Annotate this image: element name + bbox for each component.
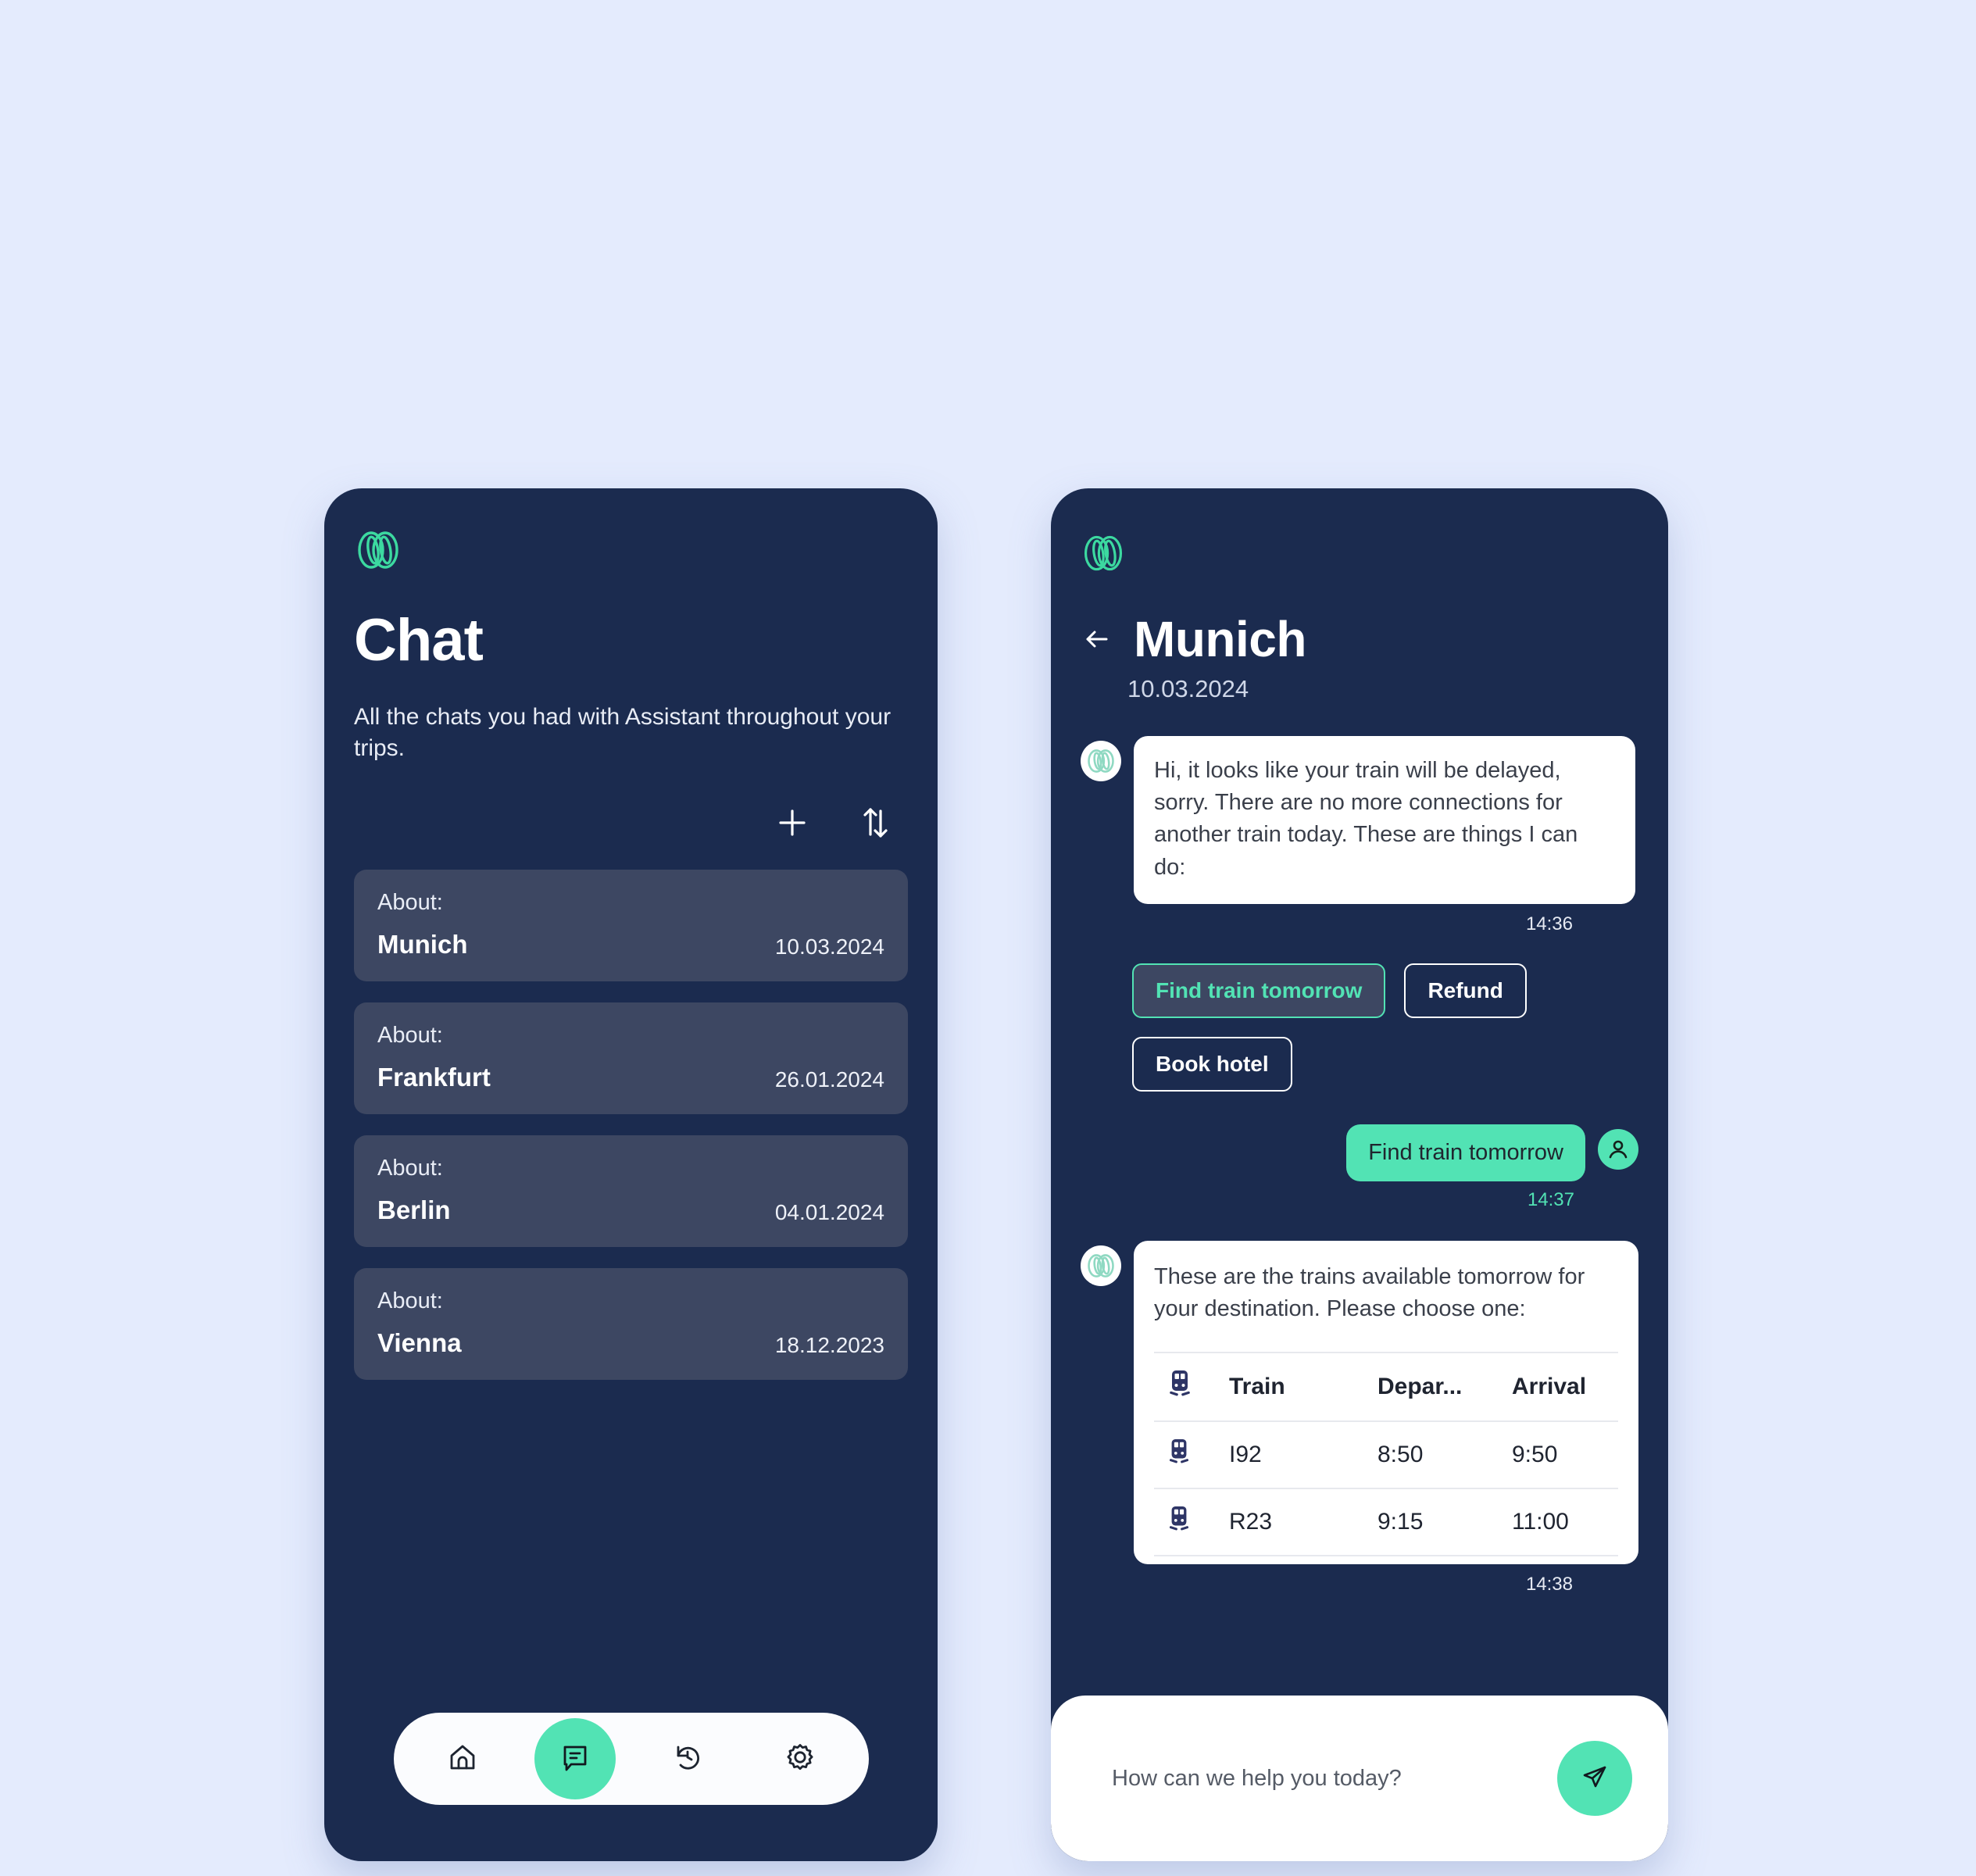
- row-train-icon-cell: [1154, 1488, 1229, 1557]
- train-options-card: These are the trains available tomorrow …: [1134, 1240, 1638, 1565]
- row-train-departure: 8:50: [1377, 1420, 1512, 1489]
- chat-item-about-label: About:: [377, 1023, 443, 1049]
- home-icon: [444, 1738, 481, 1780]
- chat-item-date: 26.01.2024: [774, 1067, 884, 1092]
- chat-list-item-munich[interactable]: About: Munich 10.03.2024: [354, 870, 908, 982]
- assistant-message-timestamp: 14:36: [1525, 913, 1573, 934]
- conversation-screen: Munich 10.03.2024 Hi, it looks like your…: [1051, 488, 1668, 1861]
- chat-item-about-label: About:: [377, 1156, 443, 1181]
- chat-list-content: Chat All the chats you had with Assistan…: [324, 488, 938, 1381]
- conversation-content: Munich 10.03.2024 Hi, it looks like your…: [1051, 488, 1668, 1861]
- assistant-message-row: Hi, it looks like your train will be del…: [1081, 736, 1638, 904]
- chat-item-date: 10.03.2024: [774, 934, 884, 959]
- row-train-arrival: 11:00: [1512, 1488, 1618, 1557]
- assistant-logo-icon: [354, 526, 908, 578]
- assistant-message-text: Hi, it looks like your train will be del…: [1154, 758, 1578, 880]
- chat-item-about-label: About:: [377, 1288, 443, 1314]
- user-timestamp-wrap: 14:37: [1081, 1181, 1638, 1211]
- conversation-title: Munich: [1134, 611, 1306, 667]
- bottom-navigation-bar: [393, 1713, 869, 1805]
- nav-home-button[interactable]: [422, 1718, 503, 1799]
- chat-list: About: Munich 10.03.2024 About: Frankfur…: [354, 870, 908, 1381]
- user-message-row: Find train tomorrow: [1081, 1124, 1638, 1181]
- message-input[interactable]: How can we help you today?: [1112, 1766, 1557, 1792]
- quick-reply-find-train-tomorrow[interactable]: Find train tomorrow: [1132, 963, 1386, 1018]
- row-train-name: I92: [1229, 1420, 1377, 1489]
- train-header-departure: Depar...: [1377, 1352, 1512, 1422]
- train-header-icon: [1154, 1352, 1229, 1422]
- page-subtitle: All the chats you had with Assistant thr…: [354, 704, 892, 761]
- assistant-table-timestamp: 14:38: [1525, 1574, 1573, 1595]
- train-header-train: Train: [1229, 1352, 1377, 1422]
- train-icon: [1167, 1370, 1193, 1404]
- table-header-row: Train Depar... Arrival: [1154, 1352, 1618, 1422]
- quick-reply-book-hotel[interactable]: Book hotel: [1132, 1036, 1292, 1092]
- user-message-bubble: Find train tomorrow: [1346, 1124, 1585, 1181]
- train-icon: [1167, 1439, 1192, 1471]
- assistant-table-intro-text: These are the trains available tomorrow …: [1154, 1263, 1585, 1321]
- chat-list-item-berlin[interactable]: About: Berlin 04.01.2024: [354, 1135, 908, 1248]
- assistant-avatar: [1081, 741, 1121, 781]
- table-row[interactable]: I92 8:50 9:50: [1154, 1420, 1618, 1489]
- assistant-logo-icon: [1081, 531, 1638, 580]
- message-thread: Hi, it looks like your train will be del…: [1081, 736, 1638, 1595]
- chat-list-screen: Chat All the chats you had with Assistan…: [324, 488, 938, 1861]
- train-options-table: Train Depar... Arrival I92 8:50 9:50 R23…: [1154, 1352, 1618, 1557]
- chat-item-date: 04.01.2024: [774, 1200, 884, 1225]
- screenshot-stage: Chat All the chats you had with Assistan…: [0, 0, 1976, 1876]
- chat-list-item-vienna[interactable]: About: Vienna 18.12.2023: [354, 1268, 908, 1381]
- message-composer: How can we help you today?: [1051, 1696, 1668, 1861]
- chat-list-item-frankfurt[interactable]: About: Frankfurt 26.01.2024: [354, 1002, 908, 1115]
- list-actions: [354, 804, 908, 842]
- assistant-message-bubble: Hi, it looks like your train will be del…: [1134, 736, 1635, 904]
- send-paper-plane-icon: [1577, 1759, 1613, 1799]
- conversation-date: 10.03.2024: [1127, 675, 1249, 702]
- gear-icon: [781, 1738, 819, 1780]
- assistant-avatar: [1081, 1245, 1121, 1286]
- chat-item-city: Munich: [377, 930, 468, 959]
- chat-item-date: 18.12.2023: [774, 1333, 884, 1358]
- row-train-icon-cell: [1154, 1420, 1229, 1489]
- train-icon: [1167, 1506, 1192, 1538]
- conversation-header: Munich 10.03.2024: [1081, 614, 1638, 703]
- page-title: Chat: [354, 607, 484, 674]
- table-row[interactable]: R23 9:15 11:00: [1154, 1488, 1618, 1557]
- history-icon: [669, 1738, 706, 1780]
- quick-reply-chips: Find train tomorrow Refund Book hotel: [1132, 963, 1638, 1092]
- row-train-departure: 9:15: [1377, 1488, 1512, 1557]
- assistant-table-message-row: These are the trains available tomorrow …: [1081, 1240, 1638, 1565]
- send-button[interactable]: [1557, 1741, 1632, 1816]
- row-train-arrival: 9:50: [1512, 1420, 1618, 1489]
- back-arrow-icon[interactable]: [1081, 623, 1113, 656]
- plus-icon[interactable]: [774, 804, 811, 842]
- quick-reply-refund[interactable]: Refund: [1404, 963, 1527, 1018]
- chat-item-city: Frankfurt: [377, 1063, 491, 1092]
- row-train-name: R23: [1229, 1488, 1377, 1557]
- nav-settings-button[interactable]: [759, 1718, 841, 1799]
- train-header-arrival: Arrival: [1512, 1352, 1618, 1422]
- sort-arrows-icon[interactable]: [856, 804, 894, 842]
- nav-history-button[interactable]: [647, 1718, 728, 1799]
- nav-chat-button[interactable]: [534, 1718, 616, 1799]
- user-avatar: [1598, 1128, 1638, 1170]
- user-message-timestamp: 14:37: [1527, 1188, 1574, 1210]
- chat-icon: [556, 1738, 594, 1780]
- chat-item-city: Berlin: [377, 1195, 451, 1225]
- chat-item-about-label: About:: [377, 890, 443, 916]
- chat-item-city: Vienna: [377, 1328, 462, 1358]
